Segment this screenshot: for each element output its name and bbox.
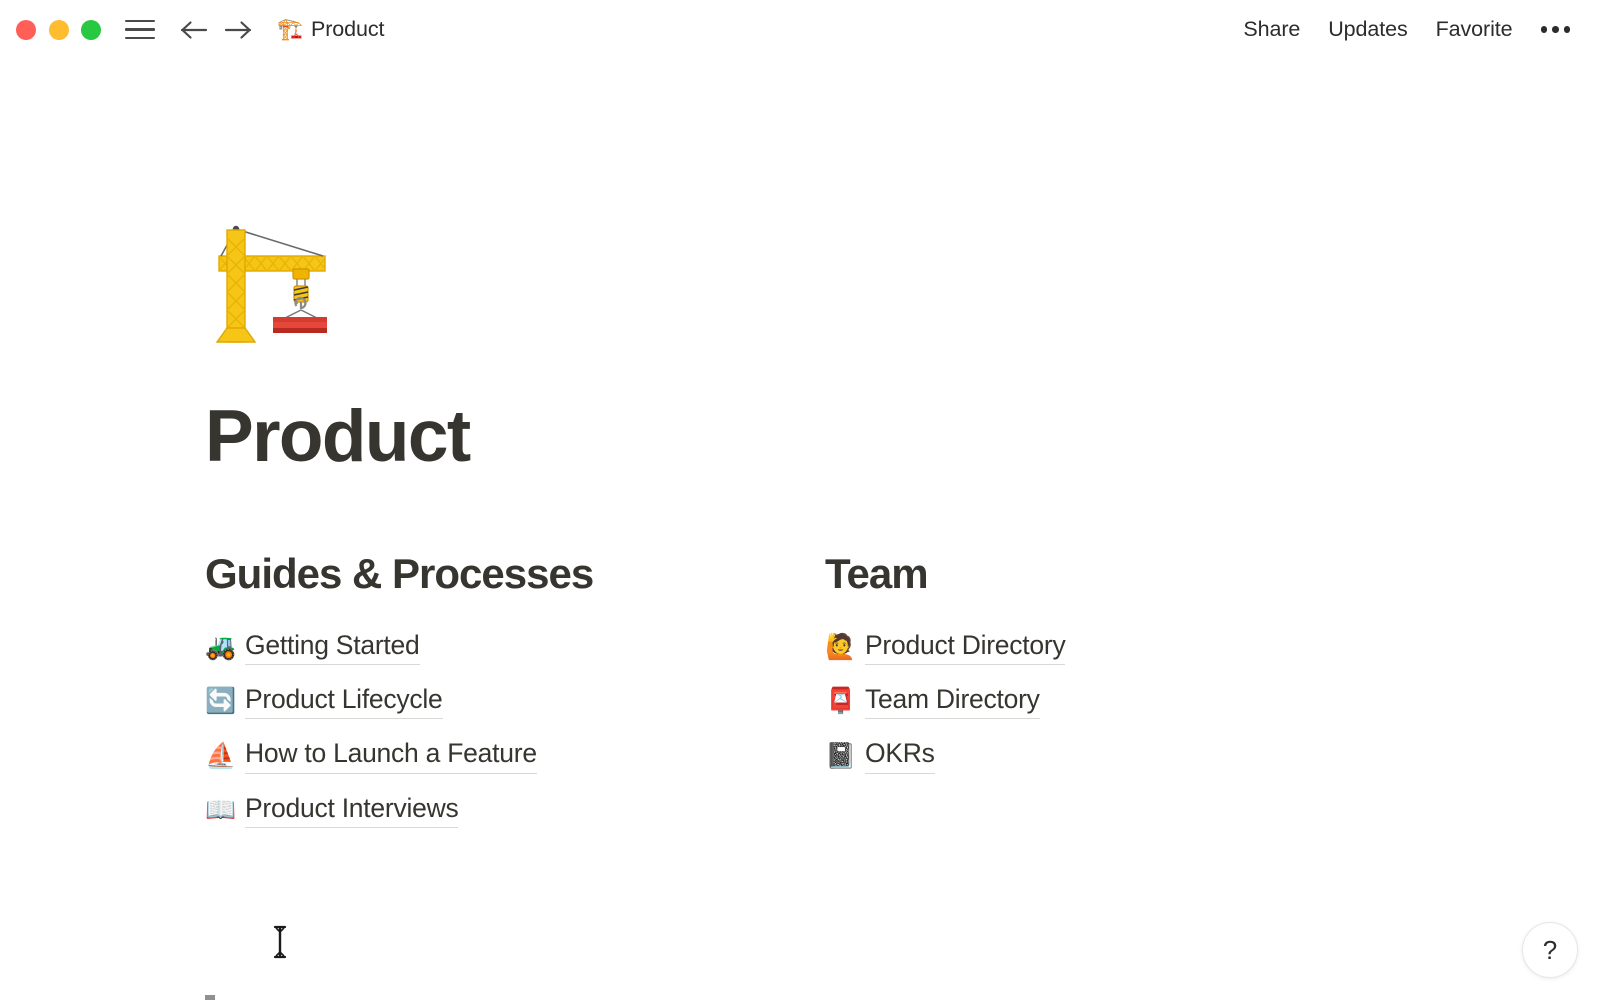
list-item[interactable]: ⛵ How to Launch a Feature: [205, 737, 537, 774]
columns-block: Guides & Processes 🚜 Getting Started 🔄 P…: [205, 550, 1445, 828]
tractor-icon: 🚜: [205, 633, 237, 662]
breadcrumb[interactable]: 🏗️ Product: [277, 17, 385, 42]
arrow-right-icon[interactable]: [223, 15, 253, 45]
construction-crane-icon: 🏗️: [277, 18, 304, 41]
breadcrumb-title: Product: [311, 17, 385, 41]
window-close-button[interactable]: [16, 19, 36, 40]
help-button[interactable]: ?: [1522, 922, 1578, 978]
open-book-icon: 📖: [205, 795, 237, 824]
window-maximize-button[interactable]: [81, 19, 101, 40]
navigation-arrows: [179, 15, 253, 45]
construction-crane-page-icon[interactable]: [205, 216, 339, 350]
link-label[interactable]: Product Interviews: [245, 792, 459, 828]
share-button[interactable]: Share: [1229, 12, 1314, 47]
column-heading-team: Team: [825, 550, 929, 597]
hamburger-line: [125, 28, 155, 31]
list-item[interactable]: 🚜 Getting Started: [205, 629, 420, 666]
window-title-bar: 🏗️ Product Share Updates Favorite: [0, 0, 1600, 59]
page-body: Product Guides & Processes 🚜 Getting Sta…: [0, 59, 1600, 1000]
window-minimize-button[interactable]: [48, 19, 69, 40]
link-label[interactable]: How to Launch a Feature: [245, 737, 537, 774]
column-team: Team 🙋 Product Directory 📮 Team Director…: [825, 550, 1445, 828]
arrow-left-icon[interactable]: [179, 15, 209, 45]
link-list-team: 🙋 Product Directory 📮 Team Directory 📓 O…: [825, 629, 1445, 774]
hamburger-menu-icon[interactable]: [125, 18, 157, 42]
counterclockwise-arrows-icon: 🔄: [205, 687, 237, 716]
clipped-bottom-element: [205, 995, 215, 1000]
person-raising-hand-icon: 🙋: [825, 633, 857, 662]
topbar-actions: Share Updates Favorite: [1229, 12, 1584, 47]
list-item[interactable]: 🔄 Product Lifecycle: [205, 683, 443, 720]
link-list-guides: 🚜 Getting Started 🔄 Product Lifecycle ⛵ …: [205, 629, 825, 828]
more-dot: [1563, 26, 1570, 33]
link-label[interactable]: Getting Started: [245, 629, 420, 666]
list-item[interactable]: 📖 Product Interviews: [205, 792, 459, 828]
postbox-icon: 📮: [825, 687, 857, 716]
page-title[interactable]: Product: [205, 400, 471, 473]
column-guides-processes: Guides & Processes 🚜 Getting Started 🔄 P…: [205, 550, 825, 828]
list-item[interactable]: 📓 OKRs: [825, 737, 935, 774]
column-heading-guides: Guides & Processes: [205, 550, 594, 597]
text-cursor-icon: [272, 924, 288, 960]
more-options-button[interactable]: [1527, 16, 1585, 43]
link-label[interactable]: Product Directory: [865, 629, 1066, 666]
traffic-lights: [16, 19, 101, 40]
more-dot: [1552, 26, 1559, 33]
hamburger-line: [125, 19, 155, 23]
list-item[interactable]: 📮 Team Directory: [825, 683, 1040, 720]
link-label[interactable]: OKRs: [865, 737, 935, 774]
favorite-button[interactable]: Favorite: [1422, 12, 1527, 47]
link-label[interactable]: Team Directory: [865, 683, 1040, 720]
hamburger-line: [125, 36, 155, 40]
sailboat-icon: ⛵: [205, 741, 237, 770]
more-dot: [1540, 26, 1547, 33]
updates-button[interactable]: Updates: [1314, 12, 1421, 47]
notebook-icon: 📓: [825, 741, 857, 770]
link-label[interactable]: Product Lifecycle: [245, 683, 443, 720]
list-item[interactable]: 🙋 Product Directory: [825, 629, 1066, 666]
